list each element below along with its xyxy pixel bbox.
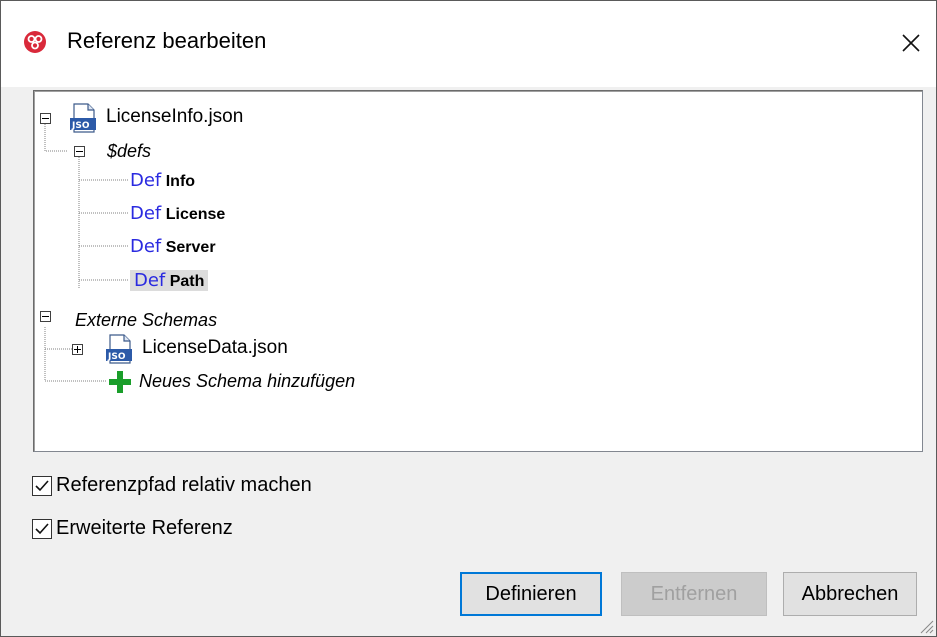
extended-reference-option[interactable]: Erweiterte Referenz	[32, 517, 233, 540]
def-row-content: Def Info	[130, 170, 195, 191]
remove-button[interactable]: Entfernen	[621, 572, 767, 616]
extended-reference-label: Erweiterte Referenz	[56, 517, 233, 539]
external-item-label[interactable]: LicenseData.json	[142, 336, 288, 360]
defs-group-label[interactable]: $defs	[107, 139, 151, 163]
extended-reference-checkbox[interactable]	[32, 518, 52, 539]
def-keyword: Def	[130, 235, 162, 257]
cancel-button[interactable]: Abbrechen	[783, 572, 917, 616]
defs-collapse-toggle[interactable]	[74, 146, 85, 157]
def-item-selected[interactable]: Def Path	[130, 266, 209, 294]
checkmark-icon	[35, 522, 49, 534]
json-file-icon: JSO	[106, 334, 132, 364]
json-file-icon: JSO	[70, 103, 96, 133]
edit-reference-dialog: Referenz bearbeiten JSO LicenseInfo.json…	[0, 0, 937, 637]
relative-path-option[interactable]: Referenzpfad relativ machen	[32, 474, 312, 497]
def-keyword: Def	[134, 269, 166, 291]
def-row-content: Def License	[130, 203, 225, 224]
close-button[interactable]	[888, 11, 934, 75]
external-collapse-toggle[interactable]	[40, 311, 51, 322]
app-logo-icon	[24, 31, 46, 53]
def-name: Path	[169, 272, 205, 290]
svg-text:JSO: JSO	[71, 121, 90, 131]
def-row-content: Def Server	[130, 236, 216, 257]
checkmark-icon	[35, 479, 49, 491]
dialog-title: Referenz bearbeiten	[67, 28, 267, 53]
def-keyword: Def	[130, 169, 162, 191]
def-name: Info	[165, 172, 196, 190]
selection-highlight: Def Path	[130, 269, 209, 291]
def-name: License	[165, 205, 226, 223]
root-collapse-toggle[interactable]	[40, 113, 51, 124]
relative-path-checkbox[interactable]	[32, 475, 52, 496]
schema-tree[interactable]: JSO LicenseInfo.json $defs Def Info Def …	[33, 90, 923, 452]
title-bar: Referenz bearbeiten	[1, 1, 936, 87]
define-button[interactable]: Definieren	[460, 572, 602, 616]
def-item[interactable]: Def Info	[130, 166, 195, 194]
svg-text:JSO: JSO	[107, 352, 126, 362]
relative-path-label: Referenzpfad relativ machen	[56, 474, 312, 496]
def-item[interactable]: Def License	[130, 199, 225, 227]
def-keyword: Def	[130, 202, 162, 224]
def-item[interactable]: Def Server	[130, 232, 216, 260]
external-schemas-label[interactable]: Externe Schemas	[75, 308, 217, 332]
add-schema-link[interactable]: Neues Schema hinzufügen	[139, 369, 355, 393]
def-name: Server	[165, 238, 216, 256]
resize-grip-icon[interactable]	[920, 620, 934, 634]
green-plus-icon	[109, 371, 131, 393]
close-icon	[902, 34, 920, 52]
root-node-label[interactable]: LicenseInfo.json	[106, 105, 243, 129]
external-item-expand-toggle[interactable]	[72, 344, 83, 355]
